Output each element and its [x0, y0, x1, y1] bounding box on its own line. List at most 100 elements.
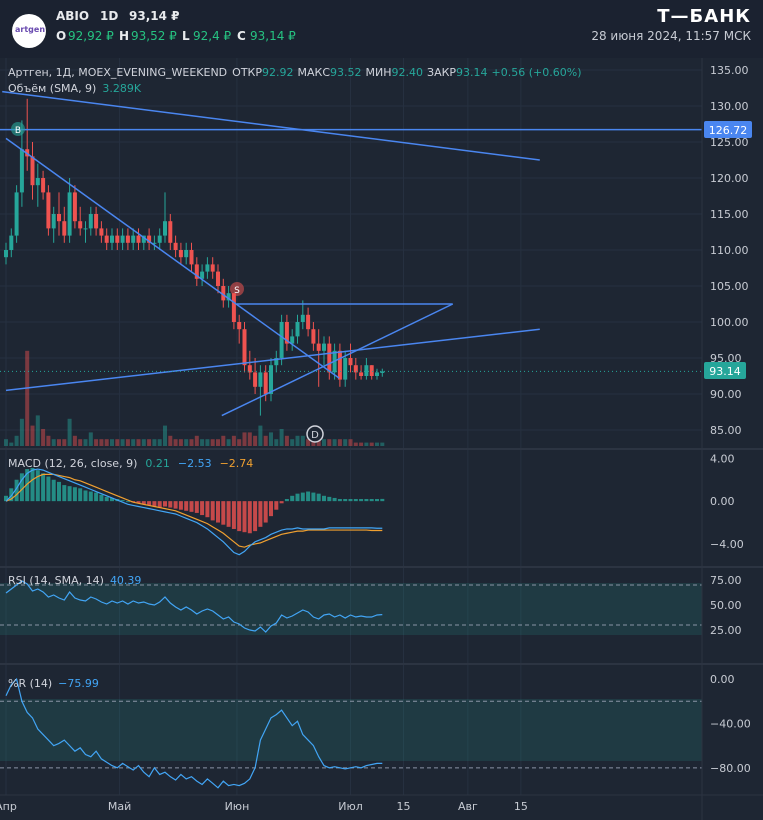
candle-body: [46, 192, 51, 229]
macd-hist-bar: [51, 479, 56, 502]
buy-marker[interactable]: B: [11, 122, 25, 136]
candle-body: [9, 235, 14, 250]
volume-bar: [141, 439, 146, 446]
sell-marker[interactable]: S: [230, 282, 244, 296]
volume-bar: [263, 435, 268, 446]
macd-hist-bar: [226, 501, 231, 527]
rsi-axis-label: 75.00: [710, 574, 742, 587]
volume-bar: [295, 435, 300, 446]
candle-body: [205, 264, 210, 272]
macd-hist-bar: [125, 501, 130, 503]
volume-bar: [343, 439, 348, 446]
macd-hist-bar: [221, 501, 226, 525]
rsi-band-fill: [0, 583, 702, 635]
volume-bar: [274, 439, 279, 446]
candle-body: [337, 350, 342, 380]
macd-hist-bar: [173, 501, 178, 509]
macd-hist-bar: [242, 501, 247, 533]
price-chart[interactable]: Артген, 1Д, MOEX_EVENING_WEEKEND ОТКР92.9…: [0, 0, 763, 820]
macd-hist-bar: [120, 500, 125, 502]
macd-hist-bar: [337, 499, 342, 502]
volume-bar: [226, 439, 231, 446]
rsi-legend-label: RSI (14, SMA, 14): [8, 574, 104, 587]
price-axis-label: 125.00: [710, 136, 749, 149]
macd-hist-bar: [306, 491, 311, 502]
macd-hist-bar: [99, 494, 104, 502]
candle-body: [364, 365, 369, 376]
volume-bar: [67, 418, 72, 446]
candle-body: [311, 329, 316, 344]
volume-bar: [364, 442, 369, 446]
macd-legend: MACD (12, 26, close, 9) 0.21 −2.53 −2.74: [8, 457, 253, 470]
macd-hist-bar: [284, 499, 289, 502]
price-axis-label: 135.00: [710, 64, 749, 77]
macd-hist-bar: [322, 495, 326, 502]
macd-hist-bar: [216, 501, 220, 523]
candle-body: [369, 365, 374, 376]
candle-body: [216, 271, 220, 286]
macd-hist-bar: [62, 485, 67, 502]
volume-bar: [247, 432, 252, 446]
wr-legend-label: %R (14): [8, 677, 52, 690]
volume-bar: [337, 439, 342, 446]
volume-bar: [115, 439, 120, 446]
macd-hist-bar: [67, 486, 72, 502]
volume-bar: [78, 439, 83, 446]
volume-bar: [353, 442, 358, 446]
volume-bar: [173, 439, 178, 446]
price-axis-label: 90.00: [710, 388, 742, 401]
volume-bar: [237, 439, 242, 446]
candle-body: [120, 235, 125, 243]
price-axis-label: 105.00: [710, 280, 749, 293]
volume-bar: [163, 425, 167, 446]
time-axis-label: 15: [397, 800, 411, 813]
candle-body: [51, 214, 56, 229]
macd-hist-bar: [210, 501, 215, 521]
wr-band-fill: [0, 699, 702, 761]
macd-hist-bar: [343, 499, 348, 502]
dividend-marker[interactable]: D: [306, 425, 324, 443]
legend-low-value: 92.40: [392, 66, 424, 79]
candle-body: [295, 322, 300, 337]
macd-hist-bar: [163, 501, 167, 507]
volume-bar: [41, 429, 46, 446]
volume-bar: [4, 439, 8, 446]
macd-hist-bar: [35, 470, 40, 502]
candle-body: [375, 372, 379, 376]
volume-bar: [231, 435, 236, 446]
macd-hist-bar: [30, 467, 35, 502]
volume-bar: [194, 435, 199, 446]
volume-bar: [157, 439, 162, 446]
macd-legend-signal: −2.74: [220, 457, 254, 470]
svg-text:Артген, 1Д, MOEX_EVENING_WEEKE: Артген, 1Д, MOEX_EVENING_WEEKEND ОТКР92.9…: [8, 66, 582, 79]
trendline: [221, 303, 454, 417]
macd-legend-macd: −2.53: [178, 457, 212, 470]
dividend-marker-label: D: [311, 430, 319, 441]
volume-bar: [57, 439, 61, 446]
volume-bar: [279, 429, 284, 446]
candle-body: [19, 149, 24, 193]
macd-hist-bar: [274, 501, 279, 510]
candle-body: [279, 322, 284, 358]
candle-body: [359, 372, 364, 376]
macd-hist-bar: [348, 499, 353, 502]
macd-hist-bar: [327, 496, 332, 502]
candle-body: [131, 235, 136, 243]
volume-bar: [120, 439, 125, 446]
candle-body: [110, 235, 114, 243]
candle-body: [94, 214, 99, 229]
volume-bar: [152, 439, 157, 446]
volume-bar: [221, 435, 226, 446]
svg-text:Объём (SMA, 9)3.289K: Объём (SMA, 9) 3.289K: [8, 82, 142, 95]
macd-hist-bar: [205, 501, 210, 518]
candle-body: [136, 235, 141, 243]
macd-hist-bar: [290, 495, 295, 502]
legend-high-label: МАКС: [298, 66, 331, 79]
volume-bar: [290, 439, 295, 446]
macd-hist-bar: [253, 501, 258, 532]
volume-bar: [269, 432, 273, 446]
price-axis-label: 110.00: [710, 244, 749, 257]
volume-bar: [216, 439, 220, 446]
macd-hist-bar: [316, 493, 321, 502]
candle-body: [184, 250, 189, 258]
